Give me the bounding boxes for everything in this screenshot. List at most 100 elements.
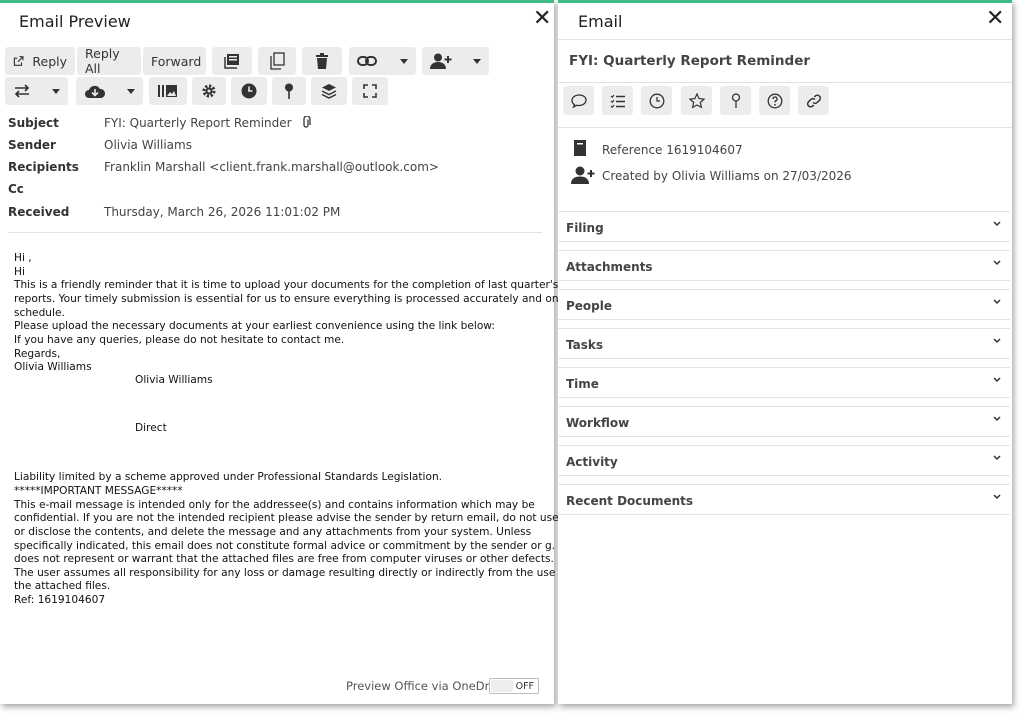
- subject-label: Subject: [8, 116, 59, 130]
- section-title: People: [566, 299, 613, 313]
- chevron-down-icon: [993, 494, 1001, 500]
- link-dropdown-caret-icon[interactable]: [400, 58, 408, 64]
- section-title: Activity: [566, 455, 618, 469]
- disclaimer-line: specifically indicated, this email does …: [14, 539, 556, 552]
- disclaimer-line: the attached files.: [14, 580, 111, 593]
- tasks-button[interactable]: [602, 86, 633, 115]
- subject-value: FYI: Quarterly Report Reminder: [104, 115, 312, 130]
- gallery-icon: [158, 85, 177, 97]
- chevron-down-icon: [993, 416, 1001, 422]
- copy-icon: [270, 52, 285, 70]
- section-workflow[interactable]: Workflow: [558, 406, 1010, 437]
- meta-divider: [8, 232, 542, 233]
- signature-name: Olivia Williams: [135, 373, 213, 386]
- chevron-down-icon: [993, 338, 1001, 344]
- comments-button[interactable]: [563, 86, 594, 115]
- disclaimer-line: confidential. If you are not the intende…: [14, 512, 559, 525]
- section-title: Filing: [566, 221, 604, 235]
- disclaimer-line: or disclose the contents, and delete the…: [14, 525, 532, 538]
- section-tasks[interactable]: Tasks: [558, 328, 1010, 359]
- swap-arrows-icon: [14, 84, 30, 98]
- received-label: Received: [8, 205, 70, 219]
- copy-to-button[interactable]: [212, 47, 252, 75]
- history-button[interactable]: [231, 77, 267, 105]
- section-title: Recent Documents: [566, 494, 694, 508]
- reference-line: Ref: 1619104607: [14, 594, 106, 607]
- preview-title: Email Preview: [19, 12, 131, 31]
- cc-label: Cc: [8, 182, 24, 196]
- reply-label: Reply: [32, 53, 67, 69]
- forward-label: Forward: [151, 53, 202, 69]
- section-people[interactable]: People: [558, 289, 1010, 320]
- settings-button[interactable]: [192, 77, 226, 105]
- delete-button[interactable]: [302, 47, 342, 75]
- body-line: Hi: [14, 265, 25, 278]
- disclaimer-line: This e-mail message is intended only for…: [14, 498, 535, 511]
- section-filing[interactable]: Filing: [558, 211, 1010, 242]
- time-button[interactable]: [641, 86, 672, 115]
- pin-icon: [285, 83, 293, 99]
- gear-icon: [202, 84, 216, 98]
- fullscreen-button[interactable]: [352, 77, 388, 105]
- chevron-down-icon: [993, 455, 1001, 461]
- disclaimer-line: The user assumes all responsibility for …: [14, 566, 570, 579]
- body-line: schedule.: [14, 306, 65, 319]
- section-title: Time: [566, 377, 599, 391]
- layers-button[interactable]: [311, 77, 347, 105]
- paperclip-icon[interactable]: [301, 115, 312, 129]
- move-button[interactable]: [5, 77, 68, 105]
- section-time[interactable]: Time: [558, 367, 1010, 398]
- reply-all-label: Reply All: [85, 46, 120, 76]
- save-button[interactable]: [76, 77, 143, 105]
- add-person-button[interactable]: [422, 47, 489, 75]
- section-recent-documents[interactable]: Recent Documents: [558, 484, 1010, 515]
- stack-documents-icon: [224, 54, 239, 69]
- body-line: Hi ,: [14, 252, 32, 264]
- reply-all-button[interactable]: Reply All: [77, 46, 141, 76]
- onedrive-preview-toggle[interactable]: OFF: [489, 678, 539, 694]
- email-close-icon[interactable]: ✕: [986, 8, 1004, 30]
- recipients-value: Franklin Marshall <client.frank.marshall…: [104, 160, 439, 174]
- body-line: This is a friendly reminder that it is t…: [14, 279, 559, 292]
- link-button[interactable]: [349, 47, 416, 75]
- preview-close-icon[interactable]: ✕: [533, 8, 551, 30]
- pin-outline-button[interactable]: [720, 86, 751, 115]
- favourite-button[interactable]: [681, 86, 712, 115]
- body-line: If you have any queries, please do not h…: [14, 333, 345, 346]
- created-info: Created by Olivia Williams on 27/03/2026: [602, 169, 852, 183]
- gallery-button[interactable]: [149, 77, 187, 105]
- star-icon: [688, 92, 705, 109]
- save-dropdown-caret-icon[interactable]: [127, 88, 135, 94]
- speech-bubble-icon: [570, 93, 587, 108]
- sender-label: Sender: [8, 138, 56, 152]
- reply-button[interactable]: Reply: [5, 47, 75, 75]
- section-activity[interactable]: Activity: [558, 445, 1010, 476]
- cloud-download-icon: [85, 85, 106, 98]
- layers-icon: [321, 84, 337, 99]
- body-line: Regards,: [14, 347, 61, 360]
- disclaimer-line: *****IMPORTANT MESSAGE*****: [14, 484, 183, 497]
- toolbar-divider: [558, 127, 1012, 128]
- sender-value: Olivia Williams: [104, 138, 192, 152]
- section-attachments[interactable]: Attachments: [558, 250, 1010, 281]
- forward-button[interactable]: Forward: [143, 47, 206, 75]
- section-title: Tasks: [566, 338, 604, 352]
- chevron-down-icon: [993, 221, 1001, 227]
- help-button[interactable]: [759, 86, 790, 115]
- received-value: Thursday, March 26, 2026 11:01:02 PM: [104, 205, 341, 219]
- question-circle-icon: [767, 93, 782, 108]
- move-dropdown-caret-icon[interactable]: [52, 88, 60, 94]
- duplicate-button[interactable]: [258, 47, 296, 75]
- chevron-down-icon: [993, 260, 1001, 266]
- clock-icon: [241, 83, 257, 99]
- recipients-label: Recipients: [8, 160, 79, 174]
- email-body: Hi , Hi This is a friendly reminder that…: [14, 252, 570, 608]
- disclaimer-line: Liability limited by a scheme approved u…: [14, 471, 443, 484]
- trash-icon: [316, 53, 328, 69]
- user-plus-info-icon: [571, 166, 595, 184]
- disclaimer-line: does not represent or warrant that the a…: [14, 553, 554, 566]
- person-dropdown-caret-icon[interactable]: [473, 58, 481, 64]
- copy-link-button[interactable]: [798, 86, 829, 115]
- toggle-state: OFF: [515, 680, 534, 692]
- pin-button[interactable]: [272, 77, 306, 105]
